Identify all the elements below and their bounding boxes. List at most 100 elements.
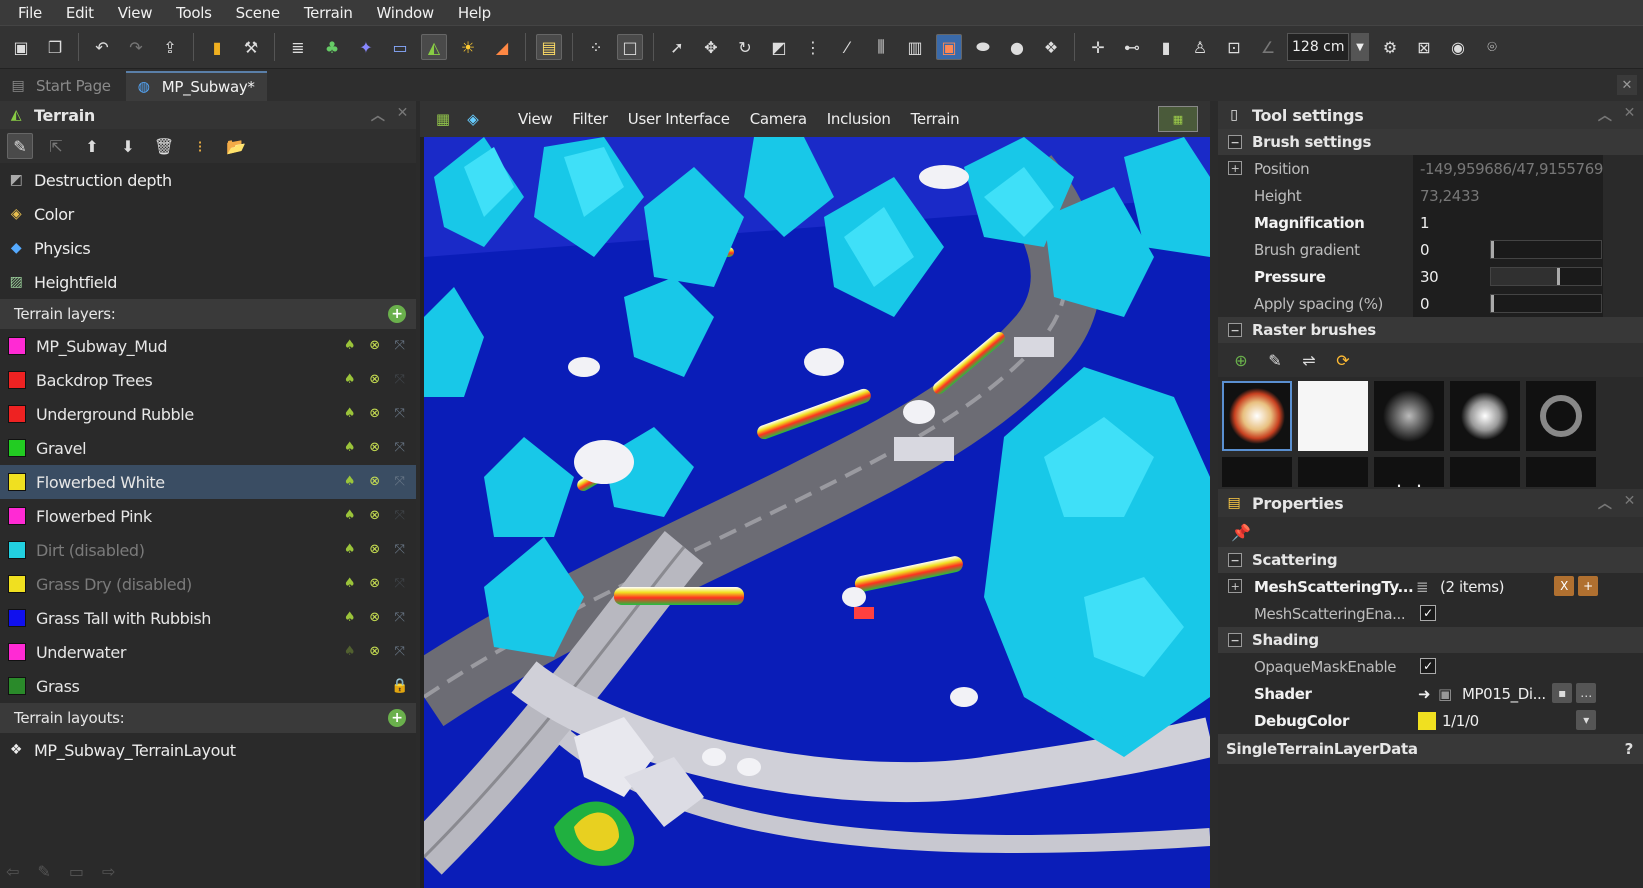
refresh-icon[interactable]: ⟳ <box>1330 347 1356 373</box>
slider-knob[interactable] <box>1491 241 1494 258</box>
layer-color-swatch[interactable] <box>8 405 26 423</box>
eye-icon[interactable]: ◉ <box>1445 34 1471 60</box>
shape-icon[interactable]: ⬬ <box>970 34 996 60</box>
angle-icon[interactable]: ∠ <box>1255 34 1281 60</box>
brush-noise[interactable] <box>1450 457 1520 487</box>
pattern-icon[interactable]: ⊗ <box>366 405 383 422</box>
terrain-item[interactable]: ◆ Physics <box>0 231 416 265</box>
collapse-icon[interactable]: − <box>1228 135 1242 149</box>
sun-icon[interactable]: ☀ <box>455 34 481 60</box>
grid-icon[interactable]: □ <box>617 34 643 60</box>
tools-icon[interactable]: ⚒ <box>238 34 264 60</box>
rotate-icon[interactable]: ↻ <box>732 34 758 60</box>
shader-row[interactable]: Shader ➜ ▣ MP015_Di... ▪ … <box>1218 680 1643 707</box>
camera-mode-icon[interactable]: ◈ <box>458 106 488 132</box>
terrain-item[interactable]: ◩ Destruction depth <box>0 163 416 197</box>
collapse-icon[interactable]: − <box>1228 553 1242 567</box>
shading-group[interactable]: − Shading <box>1218 627 1643 653</box>
brush-setting-row[interactable]: Height 73,2433 <box>1218 182 1643 209</box>
layer-color-swatch[interactable] <box>8 609 26 627</box>
debug-color-row[interactable]: DebugColor 1/1/0 ▾ <box>1218 707 1643 734</box>
lock-icon[interactable]: 🔒 <box>391 677 408 694</box>
scatter-icon[interactable]: ⤧ <box>391 643 408 660</box>
menu-item[interactable]: Tools <box>164 4 223 22</box>
measure-icon[interactable]: ⋮ <box>800 34 826 60</box>
terrain-item[interactable]: ◈ Color <box>0 197 416 231</box>
layer-color-swatch[interactable] <box>8 439 26 457</box>
setting-value[interactable]: 30 <box>1420 268 1439 286</box>
select-icon[interactable]: ➚ <box>664 34 690 60</box>
color-swatch[interactable] <box>1418 712 1436 730</box>
undo-icon[interactable]: ↶ <box>89 34 115 60</box>
add-button[interactable]: + <box>1578 576 1598 596</box>
brush-splat[interactable] <box>1450 381 1520 451</box>
frame-icon[interactable]: ⊡ <box>1221 34 1247 60</box>
setting-value[interactable]: 0 <box>1420 295 1430 313</box>
brush-tool-icon[interactable]: ✎ <box>1262 347 1288 373</box>
brush-ring[interactable] <box>1526 381 1596 451</box>
grass-icon[interactable]: ♠ <box>341 541 358 558</box>
terrain-mode-icon[interactable]: ◭ <box>421 34 447 60</box>
scale-icon[interactable]: ◩ <box>766 34 792 60</box>
layout-item[interactable]: ❖ MP_Subway_TerrainLayout <box>0 733 416 767</box>
layer-item[interactable]: Dirt (disabled) ♠ ⊗ ⤧ <box>0 533 416 567</box>
collapse-icon[interactable]: ︿ <box>1598 105 1612 125</box>
setting-value[interactable]: 0 <box>1420 241 1430 259</box>
brush-square[interactable] <box>1298 381 1368 451</box>
chevron-down-icon[interactable]: ▾ <box>1576 710 1596 730</box>
line-icon[interactable]: ⁄ <box>834 34 860 60</box>
export-icon[interactable]: ⇪ <box>157 34 183 60</box>
checkbox[interactable]: ✓ <box>1420 605 1436 621</box>
pencil-icon[interactable]: ✎ <box>37 862 50 881</box>
camera-icon[interactable]: ⌾ <box>1479 34 1505 60</box>
tab-start-page[interactable]: ▤ Start Page <box>0 71 123 101</box>
door-icon[interactable]: ▮ <box>1153 34 1179 60</box>
pattern-icon[interactable]: ⊗ <box>366 337 383 354</box>
collapse-icon[interactable]: − <box>1228 633 1242 647</box>
browse-button[interactable]: ▪ <box>1552 683 1572 703</box>
brush-setting-row[interactable]: Apply spacing (%) 0 <box>1218 290 1643 317</box>
slider-knob[interactable] <box>1491 295 1494 312</box>
close-icon[interactable]: ✕ <box>397 105 409 125</box>
brush-strokes[interactable]: ⋮⋮ <box>1374 457 1444 487</box>
layer-color-swatch[interactable] <box>8 677 26 695</box>
box-icon[interactable]: ▭ <box>69 862 84 881</box>
brush-soft[interactable] <box>1526 457 1596 487</box>
mesh-scattering-enable-row[interactable]: MeshScatteringEna... ✓ <box>1218 600 1643 627</box>
layout-icon[interactable]: ▤ <box>536 34 562 60</box>
scatter-icon[interactable]: ⤧ <box>391 541 408 558</box>
cluster-icon[interactable]: ❖ <box>1038 34 1064 60</box>
menu-item[interactable]: Edit <box>54 4 106 22</box>
redo-icon[interactable]: ↷ <box>123 34 149 60</box>
layer-item[interactable]: Flowerbed White ♠ ⊗ ⤧ <box>0 465 416 499</box>
viewport-menu-item[interactable]: Inclusion <box>817 110 901 128</box>
delete-icon[interactable]: 🗑 <box>151 133 177 159</box>
brush-setting-row[interactable]: + Position -149,959686/47,9155769 <box>1218 155 1643 182</box>
grass-icon[interactable]: ♠ <box>341 439 358 456</box>
folder-icon[interactable]: 📂 <box>223 133 249 159</box>
bucket-icon[interactable]: ▮ <box>204 34 230 60</box>
brush-setting-row[interactable]: Brush gradient 0 <box>1218 236 1643 263</box>
setting-slider[interactable] <box>1490 240 1602 259</box>
tree-icon[interactable]: ♣ <box>319 34 345 60</box>
highlight-icon[interactable]: ▣ <box>936 34 962 60</box>
layer-item[interactable]: Flowerbed Pink ♠ ⊗ ⤧ <box>0 499 416 533</box>
add-brush-icon[interactable]: ⊕ <box>1228 347 1254 373</box>
scatter-icon[interactable]: ⤧ <box>391 439 408 456</box>
scatter-icon[interactable]: ⤧ <box>391 405 408 422</box>
grass-icon[interactable]: ♠ <box>341 371 358 388</box>
add-layer-button[interactable]: + <box>388 305 406 323</box>
mesh-scattering-type-row[interactable]: + MeshScatteringTy... ≣ (2 items) X + <box>1218 573 1643 600</box>
menu-item[interactable]: Terrain <box>292 4 365 22</box>
spawn-icon[interactable]: ✦ <box>353 34 379 60</box>
layer-color-swatch[interactable] <box>8 507 26 525</box>
viewport-menu-item[interactable]: View <box>508 110 562 128</box>
collapse-icon[interactable]: ︿ <box>1598 493 1612 513</box>
pivot-icon[interactable]: ✛ <box>1085 34 1111 60</box>
scatter-icon[interactable]: ⤧ <box>391 507 408 524</box>
link-icon[interactable]: ⊷ <box>1119 34 1145 60</box>
pattern-icon[interactable]: ⊗ <box>366 541 383 558</box>
distribute-icon[interactable]: ▥ <box>902 34 928 60</box>
layer-item[interactable]: Grass Tall with Rubbish ♠ ⊗ ⤧ <box>0 601 416 635</box>
layer-color-swatch[interactable] <box>8 371 26 389</box>
